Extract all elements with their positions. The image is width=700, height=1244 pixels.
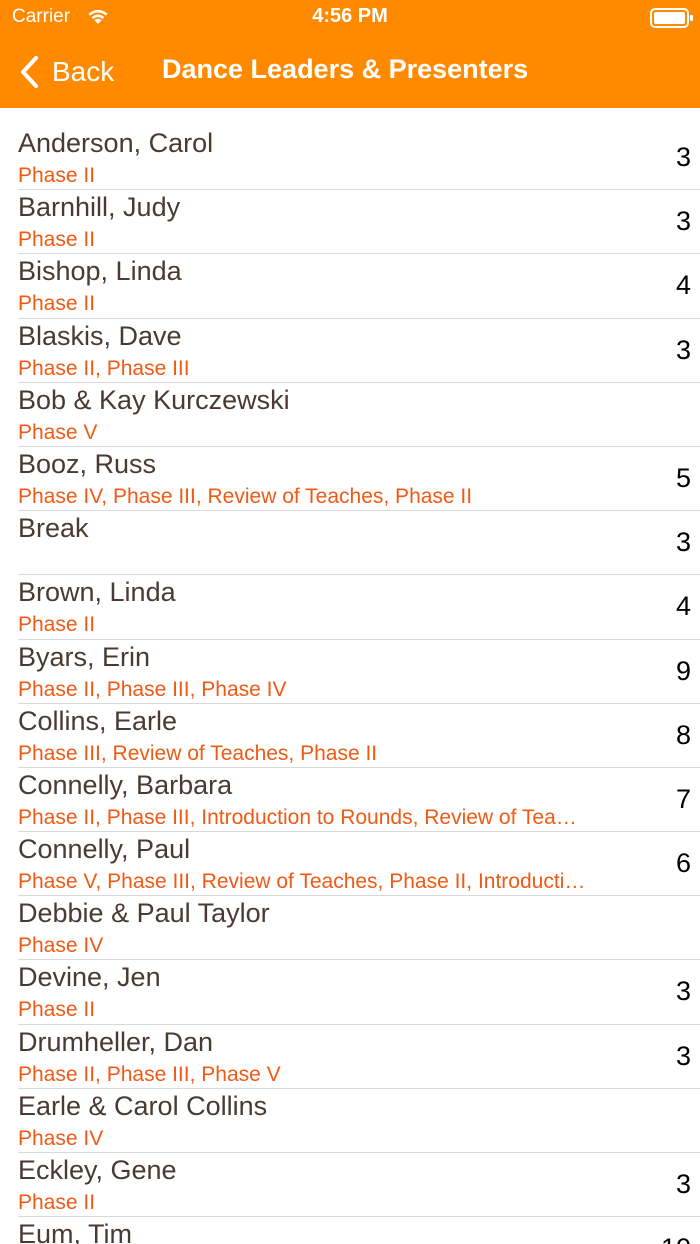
- leader-name: Connelly, Paul: [18, 834, 191, 865]
- leader-name: Break: [18, 513, 89, 544]
- leader-name: Earle & Carol Collins: [18, 1090, 268, 1121]
- leader-name: Debbie & Paul Taylor: [18, 898, 270, 929]
- list-item[interactable]: Earle & Carol Collins Phase IV: [0, 1089, 700, 1154]
- leader-phases: Phase IV, Phase III, Review of Teaches, …: [18, 484, 473, 508]
- leader-phases: Phase II: [18, 998, 96, 1022]
- dance-count: 3: [675, 1169, 691, 1199]
- dance-count: 3: [675, 527, 691, 558]
- dance-count: 6: [675, 848, 691, 879]
- page-title: Dance Leaders & Presenters: [162, 54, 529, 84]
- leader-phases: Phase II: [18, 228, 96, 252]
- list-item[interactable]: Eckley, Gene Phase II 3: [0, 1153, 700, 1218]
- leader-name: Eckley, Gene: [18, 1155, 177, 1185]
- leader-phases: Phase II, Phase III, Introduction to Rou…: [18, 805, 577, 829]
- list-item[interactable]: Eum, Tim 10: [0, 1217, 700, 1244]
- dance-count: 3: [675, 206, 691, 237]
- leader-phases: Phase IV: [18, 934, 104, 958]
- leader-list: Anderson, Carol Phase II 3 Barnhill, Judy Ph…: [0, 126, 700, 1244]
- leader-name: Booz, Russ: [18, 448, 157, 479]
- dance-count: 3: [675, 334, 691, 365]
- chevron-left-icon: [21, 56, 38, 88]
- leader-name: Barnhill, Judy: [18, 192, 181, 223]
- nav-bar: Back Dance Leaders & Presenters: [0, 36, 700, 108]
- list-item[interactable]: Brown, Linda Phase II 4: [0, 575, 700, 640]
- leader-phases: Phase IV: [18, 1126, 104, 1150]
- leader-phases: Phase II: [18, 164, 96, 187]
- list-item[interactable]: Blaskis, Dave Phase II, Phase III 3: [0, 319, 700, 383]
- leader-phases: Phase II, Phase III, Phase IV: [18, 677, 287, 701]
- leader-name: Brown, Linda: [18, 577, 176, 608]
- list-item[interactable]: Bishop, Linda Phase II 4: [0, 254, 700, 319]
- list-item[interactable]: Collins, Earle Phase III, Review of Teach…: [0, 704, 700, 769]
- list-item[interactable]: Devine, Jen Phase II 3: [0, 960, 700, 1025]
- header: Carrier 4:56 PM Back Dance Leaders & Pre…: [0, 0, 700, 108]
- list-item[interactable]: Byars, Erin Phase II, Phase III, Phase IV…: [0, 640, 700, 704]
- screen: Carrier 4:56 PM Back Dance Leaders & Pre…: [0, 0, 700, 1244]
- leader-phases: Phase II: [18, 1191, 96, 1214]
- list-item[interactable]: Connelly, Paul Phase V, Phase III, Review…: [0, 832, 700, 897]
- back-button[interactable]: Back: [18, 52, 114, 92]
- status-bar: Carrier 4:56 PM: [0, 0, 700, 36]
- leader-name: Eum, Tim: [18, 1219, 133, 1244]
- back-label: Back: [52, 56, 115, 87]
- leader-name: Blaskis, Dave: [18, 320, 182, 351]
- list-item[interactable]: Break 3: [0, 511, 700, 576]
- leader-phases: Phase V, Phase III, Review of Teaches, P…: [18, 870, 586, 894]
- dance-count: 3: [675, 976, 691, 1007]
- leader-phases: Phase II, Phase III: [18, 356, 190, 380]
- list-item[interactable]: Drumheller, Dan Phase II, Phase III, Phas…: [0, 1025, 700, 1090]
- dance-count: 3: [675, 1040, 691, 1071]
- leader-name: Devine, Jen: [18, 962, 161, 993]
- leader-phases: Phase II: [18, 292, 96, 316]
- leader-phases: Phase V: [18, 420, 98, 444]
- dance-count: 3: [675, 142, 691, 172]
- dance-count: 4: [675, 591, 691, 622]
- list-item[interactable]: Booz, Russ Phase IV, Phase III, Review of…: [0, 447, 700, 512]
- leader-name: Connelly, Barbara: [18, 769, 233, 800]
- leader-phases: Phase III, Review of Teaches, Phase II: [18, 741, 378, 765]
- dance-count: 4: [675, 270, 691, 301]
- leader-name: Collins, Earle: [18, 705, 178, 736]
- leader-phases: Phase II, Phase III, Phase V: [18, 1062, 281, 1086]
- dance-count: 10: [661, 1233, 691, 1244]
- dance-count: 7: [675, 783, 691, 814]
- leader-name: Bob & Kay Kurczewski: [18, 384, 290, 415]
- dance-count: 5: [675, 462, 691, 493]
- list-item[interactable]: Barnhill, Judy Phase II 3: [0, 190, 700, 255]
- leader-phases: Phase II: [18, 613, 96, 637]
- list-item[interactable]: Debbie & Paul Taylor Phase IV: [0, 896, 700, 961]
- leader-name: Byars, Erin: [18, 641, 151, 672]
- list-item[interactable]: Anderson, Carol Phase II 3: [0, 126, 700, 191]
- list-item[interactable]: Connelly, Barbara Phase II, Phase III, In…: [0, 768, 700, 833]
- leader-name: Bishop, Linda: [18, 256, 182, 287]
- status-time: 4:56 PM: [312, 5, 388, 27]
- leader-name: Anderson, Carol: [18, 128, 214, 158]
- dance-count: 8: [675, 719, 691, 750]
- list-item[interactable]: Bob & Kay Kurczewski Phase V: [0, 383, 700, 448]
- leader-name: Drumheller, Dan: [18, 1026, 214, 1057]
- battery-icon: [650, 8, 693, 28]
- dance-count: 9: [675, 655, 691, 686]
